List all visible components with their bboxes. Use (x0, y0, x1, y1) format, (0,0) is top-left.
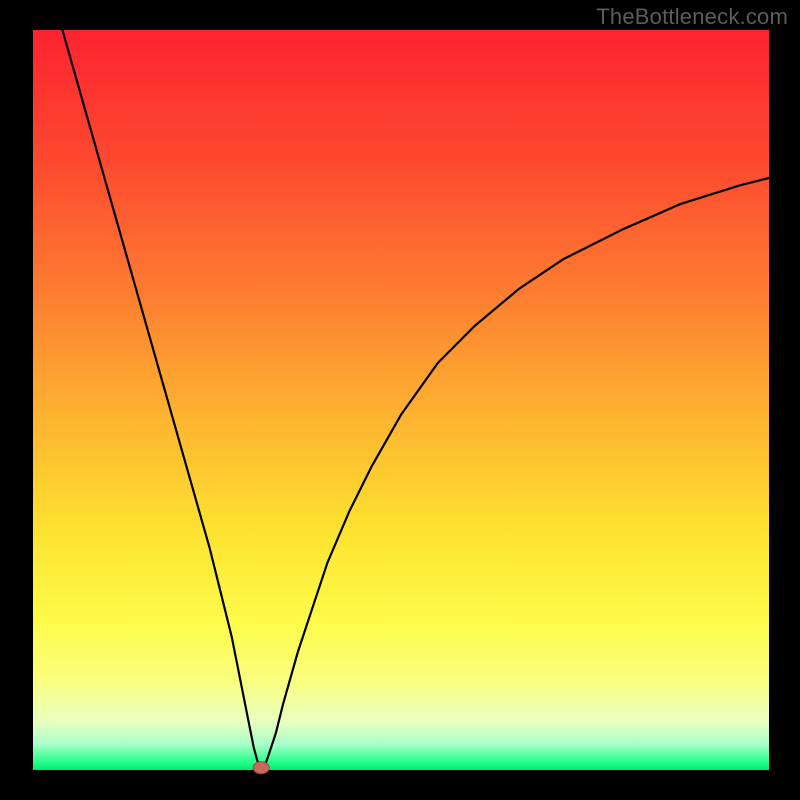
gradient-background (33, 30, 769, 770)
chart-frame: { "watermark": "TheBottleneck.com", "col… (0, 0, 800, 800)
bottleneck-chart (0, 0, 800, 800)
optimal-point-marker (253, 762, 269, 774)
